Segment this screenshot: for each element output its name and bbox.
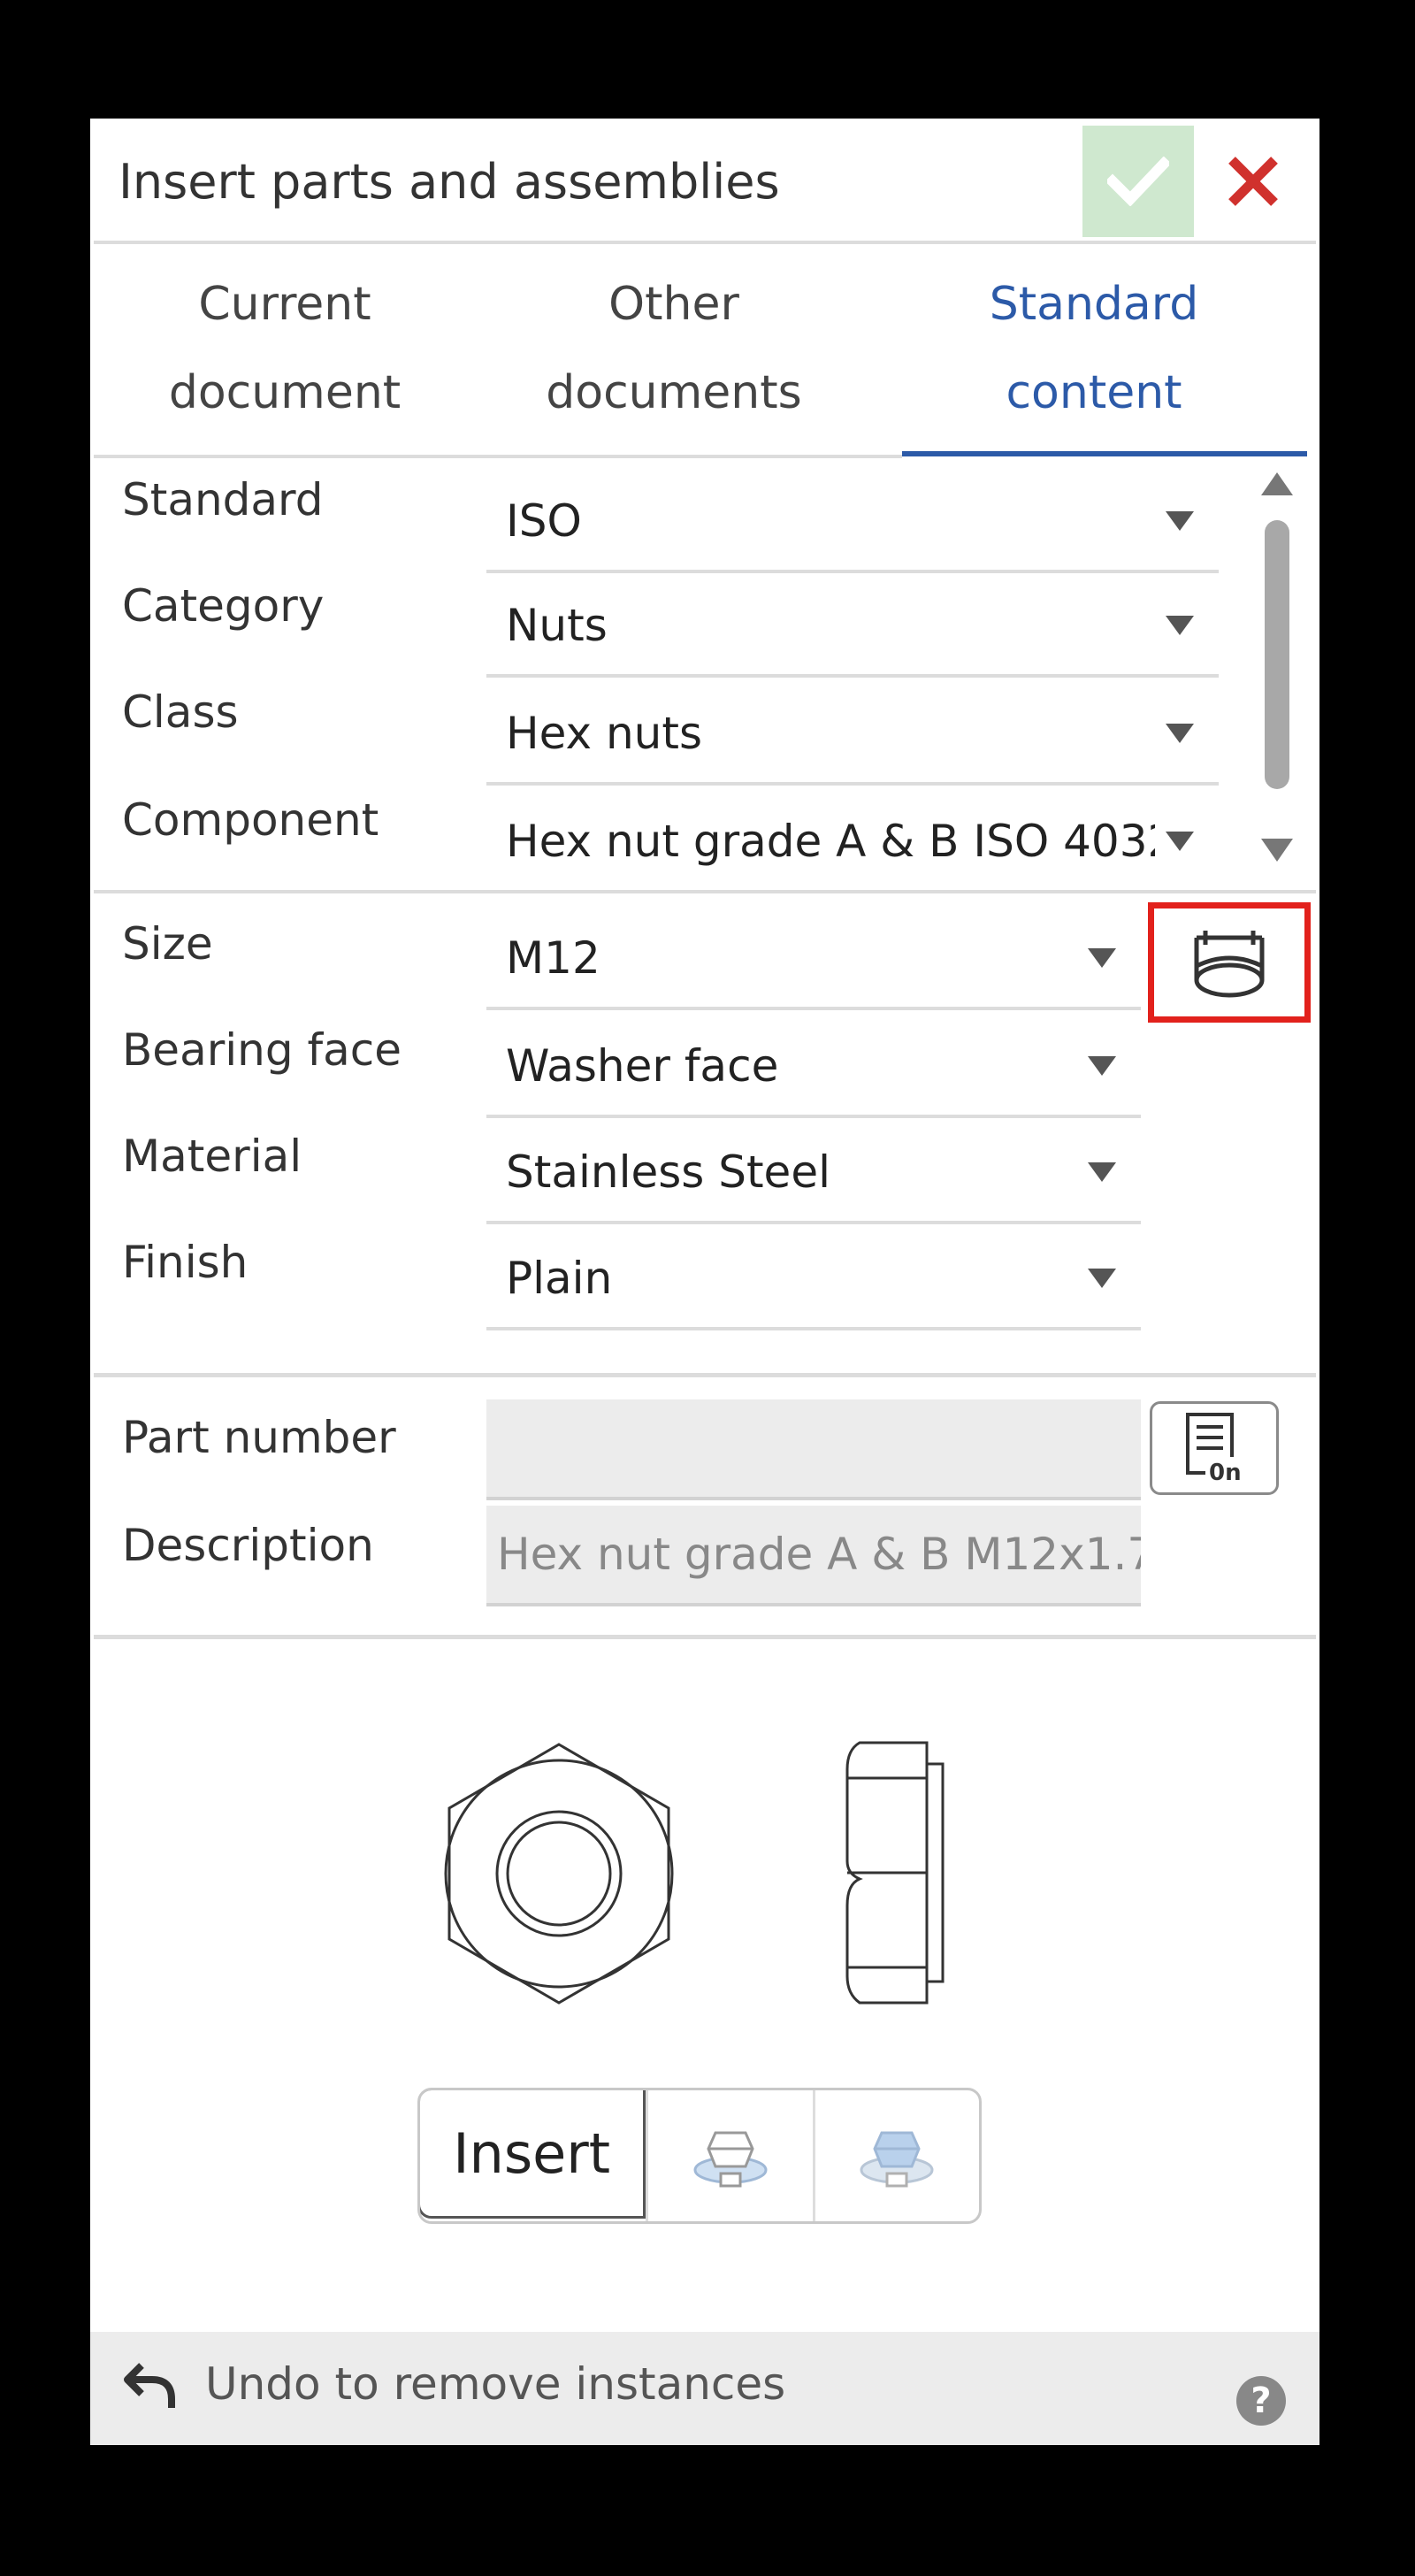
active-tab-indicator (902, 451, 1307, 456)
tab-bar: Current document Other documents Standar… (90, 242, 1319, 455)
component-label: Component (122, 794, 379, 846)
size-table-icon (1194, 931, 1265, 998)
insert-with-washer-button[interactable] (646, 2090, 812, 2221)
description-label: Description (122, 1520, 374, 1571)
confirm-button[interactable] (1082, 126, 1194, 237)
chevron-down-icon (1166, 511, 1194, 531)
material-label: Material (122, 1131, 302, 1182)
tab-current-document[interactable]: Current document (90, 242, 479, 455)
bearing-face-dropdown[interactable]: Washer face (486, 1017, 1141, 1118)
scrollbar[interactable] (1254, 472, 1298, 879)
insert-button[interactable]: Insert (420, 2090, 646, 2219)
part-number-field (486, 1399, 1141, 1500)
scroll-up-arrow-icon[interactable] (1261, 472, 1293, 495)
size-table-button[interactable] (1148, 902, 1311, 1023)
category-label: Category (122, 580, 325, 632)
svg-text:0n: 0n (1209, 1460, 1242, 1485)
insert-button-group: Insert (417, 2088, 982, 2224)
finish-dropdown[interactable]: Plain (486, 1230, 1141, 1330)
chevron-down-icon (1088, 1162, 1116, 1182)
description-value: Hex nut grade A & B M12x1.75 (497, 1529, 1141, 1580)
part-number-button[interactable]: 0n (1150, 1401, 1279, 1495)
finish-value: Plain (506, 1253, 613, 1304)
scroll-thumb[interactable] (1265, 520, 1289, 789)
bearing-face-value: Washer face (506, 1040, 779, 1092)
hex-nut-side-view (845, 1741, 945, 2005)
size-label: Size (122, 918, 213, 970)
bearing-face-label: Bearing face (122, 1024, 402, 1076)
undo-arrow-icon[interactable] (122, 2357, 179, 2413)
standard-label: Standard (122, 474, 324, 525)
chevron-down-icon (1166, 616, 1194, 635)
component-value: Hex nut grade A & B ISO 4032 (506, 816, 1155, 867)
chevron-down-icon (1166, 724, 1194, 743)
standard-value: ISO (506, 495, 582, 547)
tab-other-documents[interactable]: Other documents (479, 242, 868, 455)
part-number-label: Part number (122, 1412, 396, 1463)
class-value: Hex nuts (506, 708, 702, 759)
nut-filled-icon (860, 2131, 934, 2188)
category-value: Nuts (506, 600, 608, 651)
insert-with-lock-nut-button[interactable] (812, 2090, 979, 2221)
class-label: Class (122, 686, 239, 738)
material-dropdown[interactable]: Stainless Steel (486, 1123, 1141, 1224)
close-icon (1228, 157, 1278, 206)
part-number-icon: 0n (1186, 1413, 1246, 1485)
tab-standard-content[interactable]: Standard content (868, 242, 1319, 455)
undo-message: Undo to remove instances (205, 2358, 786, 2410)
chevron-down-icon (1166, 832, 1194, 851)
component-dropdown[interactable]: Hex nut grade A & B ISO 4032 (486, 791, 1219, 892)
nut-washer-icon (693, 2131, 768, 2188)
close-button[interactable] (1205, 126, 1302, 237)
finish-label: Finish (122, 1237, 249, 1288)
class-dropdown[interactable]: Hex nuts (486, 685, 1219, 786)
description-field: Hex nut grade A & B M12x1.75 (486, 1506, 1141, 1606)
size-value: M12 (506, 932, 600, 984)
hex-nut-front-view (444, 1743, 674, 2005)
chevron-down-icon (1088, 1056, 1116, 1076)
dialog-title: Insert parts and assemblies (119, 154, 780, 210)
chevron-down-icon (1088, 948, 1116, 968)
size-dropdown[interactable]: M12 (486, 909, 1141, 1010)
insert-parts-dialog: Insert parts and assemblies Current docu… (90, 119, 1319, 2445)
footer-bar: Undo to remove instances ? (90, 2332, 1319, 2445)
help-icon[interactable]: ? (1236, 2376, 1286, 2426)
chevron-down-icon (1088, 1269, 1116, 1288)
scroll-down-arrow-icon[interactable] (1261, 839, 1293, 862)
category-dropdown[interactable]: Nuts (486, 577, 1219, 678)
standard-dropdown[interactable]: ISO (486, 472, 1219, 573)
material-value: Stainless Steel (506, 1146, 830, 1198)
check-icon (1107, 157, 1169, 206)
